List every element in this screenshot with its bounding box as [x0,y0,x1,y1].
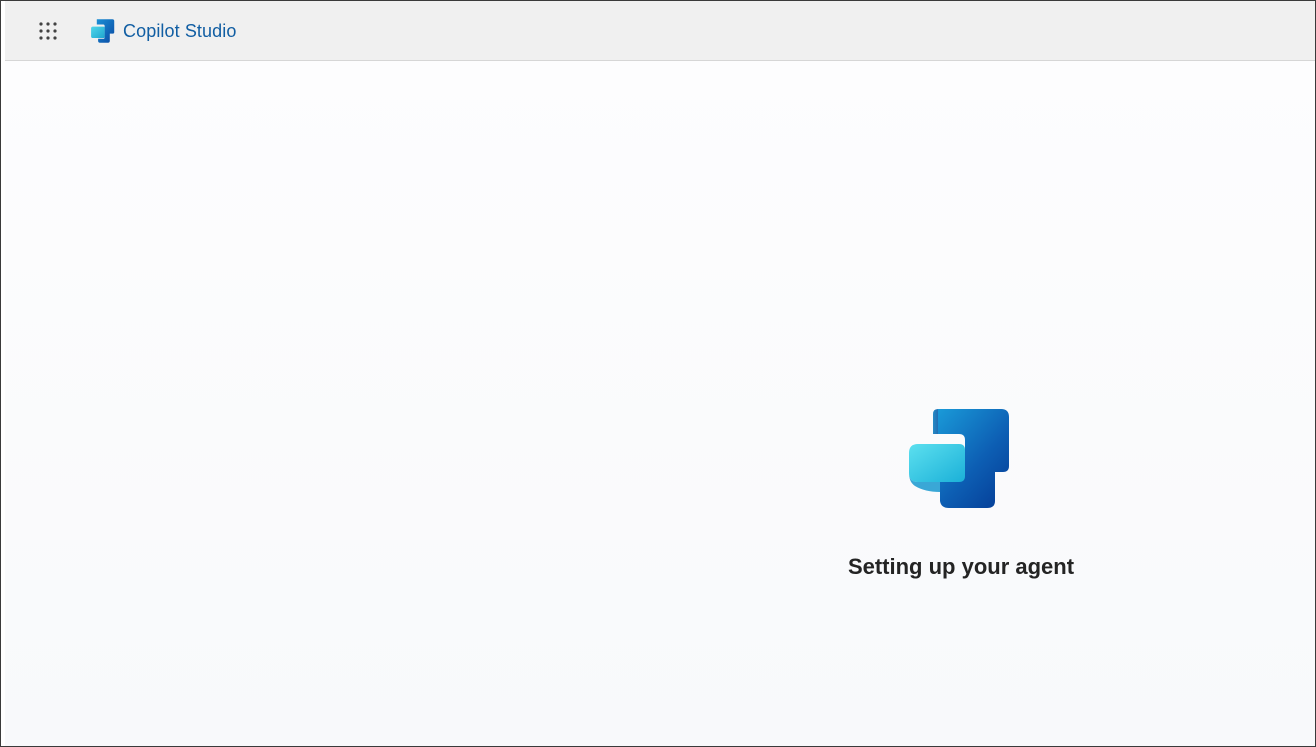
copilot-studio-logo-icon [909,409,1009,508]
copilot-studio-logo-icon [89,18,115,44]
brand-home-link[interactable]: Copilot Studio [89,16,236,46]
main-content: Setting up your agent [5,61,1315,746]
status-message: Setting up your agent [847,554,1075,579]
app-window: Copilot Studio Setting up your agent [0,0,1316,747]
waffle-grid-icon [39,22,57,40]
app-launcher-button[interactable] [33,16,63,46]
brand-name: Copilot Studio [123,20,237,41]
top-bar: Copilot Studio [5,1,1315,61]
loading-panel: Setting up your agent [825,406,1097,580]
